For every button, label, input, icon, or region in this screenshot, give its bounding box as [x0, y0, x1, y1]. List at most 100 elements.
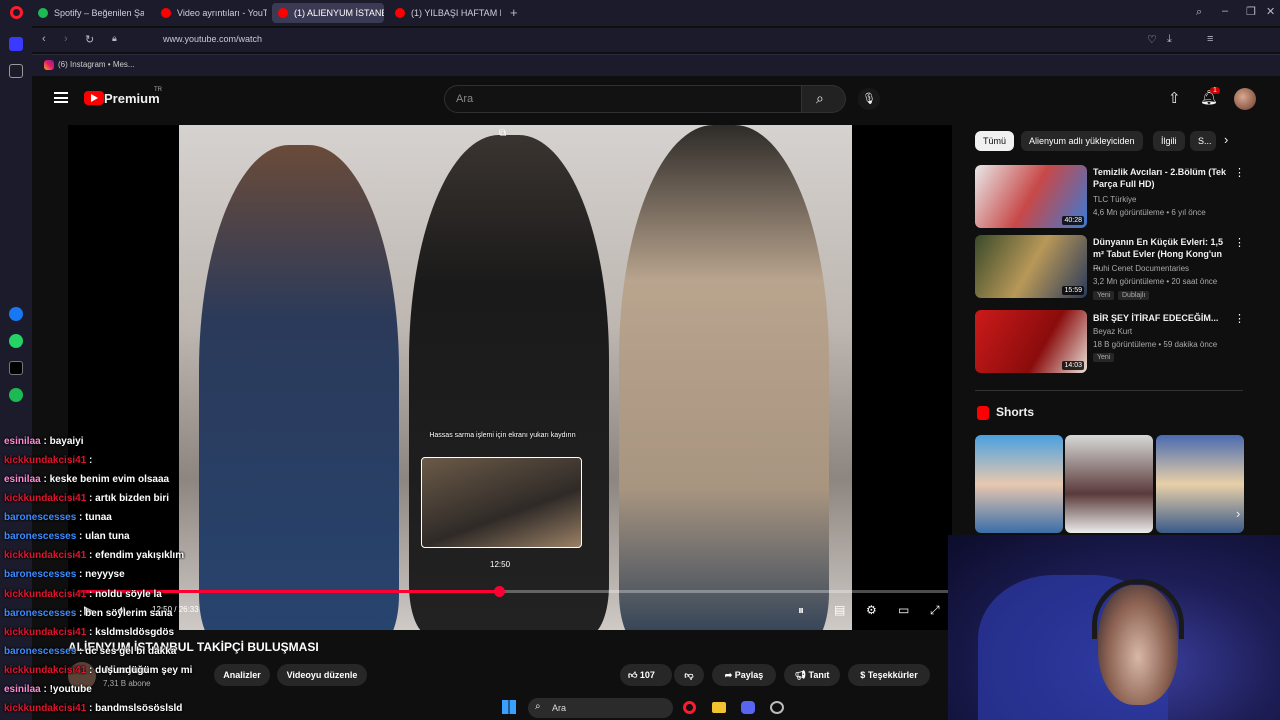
youtube-logo-icon[interactable]	[84, 91, 104, 105]
forward-icon[interactable]: ›	[64, 33, 68, 45]
progress-bar[interactable]	[80, 586, 948, 597]
short-thumbnail[interactable]	[975, 435, 1063, 533]
share-button[interactable]: ➦ Paylaş	[712, 664, 776, 686]
duration-badge: 40:28	[1062, 216, 1084, 225]
whatsapp-icon[interactable]	[9, 334, 23, 348]
avatar[interactable]	[1234, 88, 1256, 110]
chat-username: baronescesses	[4, 531, 77, 542]
bookmark-instagram[interactable]: (6) Instagram • Mes...	[58, 60, 135, 69]
rec-title[interactable]: Temizlik Avcıları - 2.Bölüm (Tek Parça F…	[1093, 166, 1231, 190]
chat-separator: :	[76, 512, 86, 523]
opera-logo-icon[interactable]	[10, 6, 23, 19]
chat-separator: :	[40, 684, 50, 695]
autoplay-toggle-icon[interactable]: ⏸	[798, 603, 804, 618]
spotify-sidebar-icon[interactable]	[9, 388, 23, 402]
maximize-icon[interactable]: ❐	[1246, 5, 1256, 18]
tab-spotify[interactable]: Spotify – Beğenilen Şarkılar	[32, 3, 144, 23]
chat-text: dc ses gel bi dakka	[85, 646, 177, 657]
rec-thumbnail[interactable]: 15:59	[975, 235, 1087, 298]
chat-message: kickkundakcisi41 : efendim yakışıklım	[4, 550, 184, 561]
shorts-next-icon[interactable]: ›	[1236, 506, 1240, 521]
reload-icon[interactable]: ↻	[85, 33, 94, 46]
like-count: 107	[639, 670, 655, 680]
dislike-icon: 👎︎	[684, 670, 694, 680]
youtube-tab-icon	[161, 8, 171, 18]
thanks-button[interactable]: $ Teşekkürler	[848, 664, 930, 686]
chat-separator: :	[86, 493, 96, 504]
search-button[interactable]: ⌕	[802, 85, 846, 113]
tab-video-details[interactable]: Video ayrıntıları - YouTube	[155, 3, 267, 23]
chat-separator: :	[76, 531, 86, 542]
discord-icon[interactable]	[741, 701, 755, 714]
pip-icon[interactable]: ⧉	[499, 128, 506, 139]
video-person	[619, 125, 829, 630]
rec-channel[interactable]: TLC Türkiye	[1093, 195, 1136, 204]
chat-text: bayaiyi	[49, 436, 84, 447]
fullscreen-icon[interactable]: ⤢	[930, 603, 940, 618]
x-twitter-icon[interactable]	[9, 361, 23, 375]
chevron-right-icon[interactable]: ›	[1224, 132, 1228, 147]
chat-text: !youtube	[49, 684, 92, 695]
shorts-heading: Shorts	[996, 405, 1035, 419]
messenger-icon[interactable]	[9, 307, 23, 321]
promote-button[interactable]: 📢︎ Tanıt	[784, 664, 840, 686]
rec-thumbnail[interactable]: 40:28	[975, 165, 1087, 228]
short-thumbnail[interactable]	[1065, 435, 1153, 533]
chat-text: bandmslsösöslsld	[95, 703, 183, 714]
short-thumbnail[interactable]	[1156, 435, 1244, 533]
rec-channel[interactable]: Ruhi Cenet Documentaries	[1093, 264, 1189, 273]
chip-related[interactable]: İlgili	[1153, 131, 1185, 151]
search-tabs-icon[interactable]: ⌕	[1196, 6, 1202, 19]
new-badge: Yeni	[1093, 291, 1115, 300]
shorts-icon	[977, 406, 989, 420]
video-frame[interactable]: ⧉	[179, 125, 852, 630]
tab-yilbasi[interactable]: (1) YILBAŞI HAFTAM REZİL	[389, 3, 501, 23]
dubbed-badge: Dublajlı	[1118, 291, 1150, 300]
analytics-button[interactable]: Analizler	[214, 664, 270, 686]
youtube-logo-text[interactable]: Premium	[104, 91, 160, 106]
search-input[interactable]: Ara	[444, 85, 802, 113]
opera-taskbar-icon[interactable]	[683, 701, 696, 714]
download-icon[interactable]: ⤓	[1167, 33, 1172, 46]
like-button[interactable]: 👍︎ 107	[620, 664, 672, 686]
heart-icon[interactable]: ♡	[1147, 33, 1157, 46]
chip-from-uploader[interactable]: Alienyum adlı yükleyiciden	[1021, 131, 1143, 151]
taskbar-search[interactable]: Ara	[528, 698, 673, 718]
close-window-icon[interactable]: ✕	[1266, 5, 1275, 18]
rec-thumbnail[interactable]: 14:03	[975, 310, 1087, 373]
extensions-icon[interactable]: ≡	[1207, 33, 1213, 45]
duration-badge: 14:03	[1062, 361, 1084, 370]
new-tab-icon[interactable]: +	[510, 5, 518, 20]
voice-search-icon[interactable]: 🎙︎	[858, 88, 880, 110]
chat-username: kickkundakcisi41	[4, 703, 87, 714]
taskbar-search-icon: ⌕	[535, 701, 541, 712]
seek-preview-time: 12:50	[490, 560, 511, 569]
subtitles-icon[interactable]: ▤	[834, 603, 845, 617]
edit-video-button[interactable]: Videoyu düzenle	[277, 664, 367, 686]
url-field[interactable]: www.youtube.com/watch	[163, 34, 262, 44]
chat-separator: :	[76, 608, 86, 619]
more-options-icon[interactable]: ⋮	[1234, 236, 1245, 249]
chip-all[interactable]: Tümü	[975, 131, 1015, 151]
youtube-tab-icon	[395, 8, 405, 18]
more-options-icon[interactable]: ⋮	[1234, 312, 1245, 325]
chat-text: keske benim evim olsaaa	[49, 474, 170, 485]
star-icon[interactable]	[9, 64, 23, 78]
rec-title[interactable]: BİR ŞEY İTİRAF EDECEĞİM...	[1093, 312, 1231, 324]
home-icon[interactable]	[9, 37, 23, 51]
instagram-icon	[44, 60, 54, 70]
folder-icon[interactable]	[712, 702, 726, 713]
more-options-icon[interactable]: ⋮	[1234, 166, 1245, 179]
settings-icon[interactable]: ⚙	[866, 603, 877, 617]
windows-start-icon[interactable]	[502, 700, 516, 714]
app-icon[interactable]	[770, 701, 784, 714]
dislike-button[interactable]: 👎︎	[674, 664, 704, 686]
back-icon[interactable]: ‹	[42, 33, 46, 45]
rec-channel[interactable]: Beyaz Kurt	[1093, 327, 1132, 336]
create-icon[interactable]: ⇧	[1168, 89, 1181, 107]
minimize-icon[interactable]: –	[1222, 5, 1228, 17]
chip-more[interactable]: S...	[1190, 131, 1216, 151]
theater-mode-icon[interactable]: ▭	[898, 603, 909, 617]
menu-icon[interactable]	[54, 92, 68, 103]
tab-alienyum[interactable]: (1) ALIENYUM İSTANBUL	[272, 3, 384, 23]
